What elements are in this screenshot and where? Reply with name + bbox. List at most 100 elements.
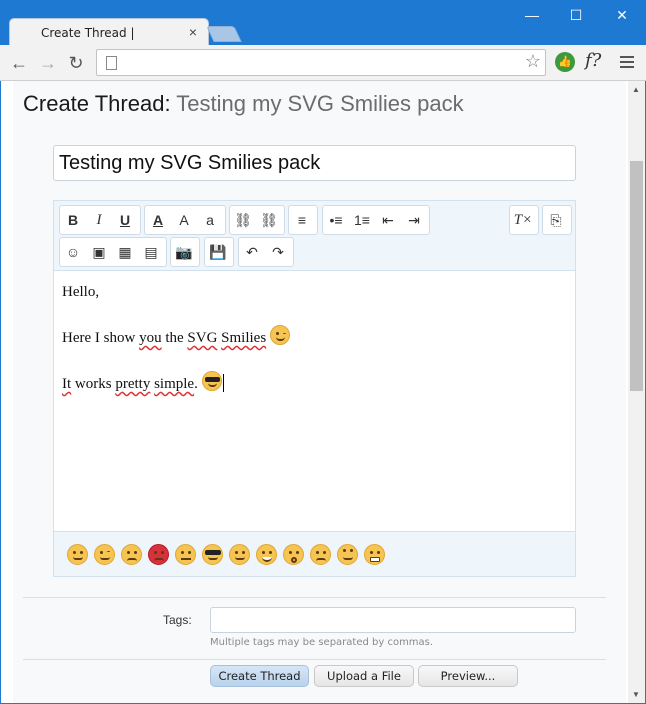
misspelled-word: Smilies: [221, 330, 267, 346]
thread-title-input[interactable]: Testing my SVG Smilies pack: [53, 145, 576, 181]
grin-smilie-icon[interactable]: [256, 544, 277, 565]
minimize-icon[interactable]: —: [522, 5, 542, 25]
browser-tab[interactable]: Create Thread | ×: [9, 18, 209, 46]
text-span: .: [194, 376, 198, 392]
divider: [23, 597, 606, 598]
editor-line-2: Here I show you the SVG Smilies: [62, 325, 562, 349]
toggle-bbcode-icon[interactable]: ⎘: [543, 206, 569, 234]
smilie-bar: [54, 531, 575, 576]
angry-smilie-icon[interactable]: [148, 544, 169, 565]
clear-format-group: T×: [509, 205, 539, 235]
preview-button[interactable]: Preview...: [418, 665, 518, 687]
close-tab-icon[interactable]: ×: [189, 24, 197, 40]
editor-line-3: It works pretty simple.: [62, 371, 562, 395]
tab-title: Create Thread |: [41, 26, 135, 40]
wink-smilie-icon: [270, 325, 291, 345]
smilie-icon[interactable]: ☺: [60, 238, 86, 266]
camera-icon[interactable]: 📷: [171, 238, 197, 266]
align-icon[interactable]: ≡: [289, 206, 315, 234]
page-icon: [106, 56, 117, 70]
cool-smilie-icon: [201, 371, 222, 391]
save-draft-icon[interactable]: 💾: [205, 238, 231, 266]
text-span: works: [71, 376, 116, 392]
page-viewport: Create Thread: Testing my SVG Smilies pa…: [1, 81, 645, 703]
italic-button[interactable]: I: [86, 206, 112, 234]
maximize-icon[interactable]: ☐: [566, 5, 586, 25]
font-size-button[interactable]: A: [171, 206, 197, 234]
page-content: Create Thread: Testing my SVG Smilies pa…: [13, 81, 626, 703]
upload-file-button[interactable]: Upload a File: [314, 665, 414, 687]
media-icon[interactable]: ▦: [112, 238, 138, 266]
extension-f-icon[interactable]: f?: [585, 50, 601, 71]
window-close-icon[interactable]: ✕: [612, 5, 632, 25]
window-titlebar: Create Thread | × — ☐ ✕: [0, 0, 646, 46]
save-group: 💾: [204, 237, 234, 267]
align-group: ≡: [288, 205, 318, 235]
new-tab-button[interactable]: [206, 26, 242, 42]
page-title: Create Thread: Testing my SVG Smilies pa…: [23, 91, 464, 117]
menu-icon[interactable]: [620, 56, 634, 71]
sweat-smilie-icon[interactable]: [310, 544, 331, 565]
history-group: ↶ ↷: [238, 237, 294, 267]
reload-icon[interactable]: ↻: [64, 51, 88, 75]
text-span: Here I show: [62, 330, 140, 346]
vertical-scrollbar[interactable]: ▲ ▼: [628, 81, 645, 703]
forward-arrow-icon[interactable]: →: [36, 51, 60, 75]
wink-smilie-icon[interactable]: [94, 544, 115, 565]
smile-smilie-icon[interactable]: [67, 544, 88, 565]
editor-content[interactable]: Hello, Here I show you the SVG Smilies I…: [62, 281, 562, 417]
format-group: B I U: [59, 205, 141, 235]
list-group: •≡ 1≡ ⇤ ⇥: [322, 205, 430, 235]
scroll-down-icon[interactable]: ▼: [632, 690, 640, 699]
bullet-list-icon[interactable]: •≡: [323, 206, 349, 234]
surprised-smilie-icon[interactable]: [283, 544, 304, 565]
browser-toolbar: ← → ↻ ☆ 👍 f?: [0, 45, 646, 81]
underline-button[interactable]: U: [112, 206, 138, 234]
outdent-icon[interactable]: ⇤: [375, 206, 401, 234]
tags-label: Tags:: [163, 613, 192, 627]
undo-icon[interactable]: ↶: [239, 238, 265, 266]
toggle-bbcode-group: ⎘: [542, 205, 572, 235]
back-arrow-icon[interactable]: ←: [7, 51, 31, 75]
scrollbar-thumb[interactable]: [630, 161, 643, 391]
tags-hint: Multiple tags may be separated by commas…: [210, 637, 434, 648]
address-bar[interactable]: ☆: [96, 49, 546, 76]
create-thread-button[interactable]: Create Thread: [210, 665, 309, 687]
text-span: the: [161, 330, 188, 346]
page-title-thread: Testing my SVG Smilies pack: [176, 91, 464, 116]
misspelled-word: SVG: [187, 330, 218, 346]
bold-button[interactable]: B: [60, 206, 86, 234]
rolleyes-smilie-icon[interactable]: [337, 544, 358, 565]
divider: [23, 659, 606, 660]
misspelled-word: It: [62, 376, 72, 392]
image-icon[interactable]: ▣: [86, 238, 112, 266]
text-caret: [222, 374, 224, 392]
code-icon[interactable]: ▤: [138, 238, 164, 266]
frown-smilie-icon[interactable]: [121, 544, 142, 565]
extension-thumbs-icon[interactable]: 👍: [555, 52, 575, 72]
scroll-up-icon[interactable]: ▲: [632, 85, 640, 94]
text-hello: Hello,: [62, 284, 100, 300]
misspelled-word: you: [139, 330, 162, 346]
link-icon[interactable]: ⛓: [230, 206, 256, 234]
unlink-icon[interactable]: ⛓: [256, 206, 282, 234]
neutral-smilie-icon[interactable]: [175, 544, 196, 565]
tags-input[interactable]: [210, 607, 576, 633]
numbered-list-icon[interactable]: 1≡: [349, 206, 375, 234]
editor-line-1: Hello,: [62, 281, 562, 303]
misspelled-word: simple: [154, 376, 195, 392]
redo-icon[interactable]: ↷: [265, 238, 291, 266]
cool-smilie-icon[interactable]: [202, 544, 223, 565]
font-group: A A a: [144, 205, 226, 235]
grimace-smilie-icon[interactable]: [364, 544, 385, 565]
camera-group: 📷: [170, 237, 200, 267]
link-group: ⛓ ⛓: [229, 205, 285, 235]
font-family-button[interactable]: a: [197, 206, 223, 234]
indent-icon[interactable]: ⇥: [401, 206, 427, 234]
editor-toolbar: B I U A A a ⛓ ⛓ ≡ •≡ 1≡ ⇤ ⇥ T× ⎘ ☺ ▣ ▦ ▤…: [54, 201, 575, 271]
tongue-smilie-icon[interactable]: [229, 544, 250, 565]
misspelled-word: pretty: [115, 376, 151, 392]
bookmark-star-icon[interactable]: ☆: [525, 51, 541, 72]
remove-format-icon[interactable]: T×: [510, 206, 536, 234]
font-color-button[interactable]: A: [145, 206, 171, 234]
